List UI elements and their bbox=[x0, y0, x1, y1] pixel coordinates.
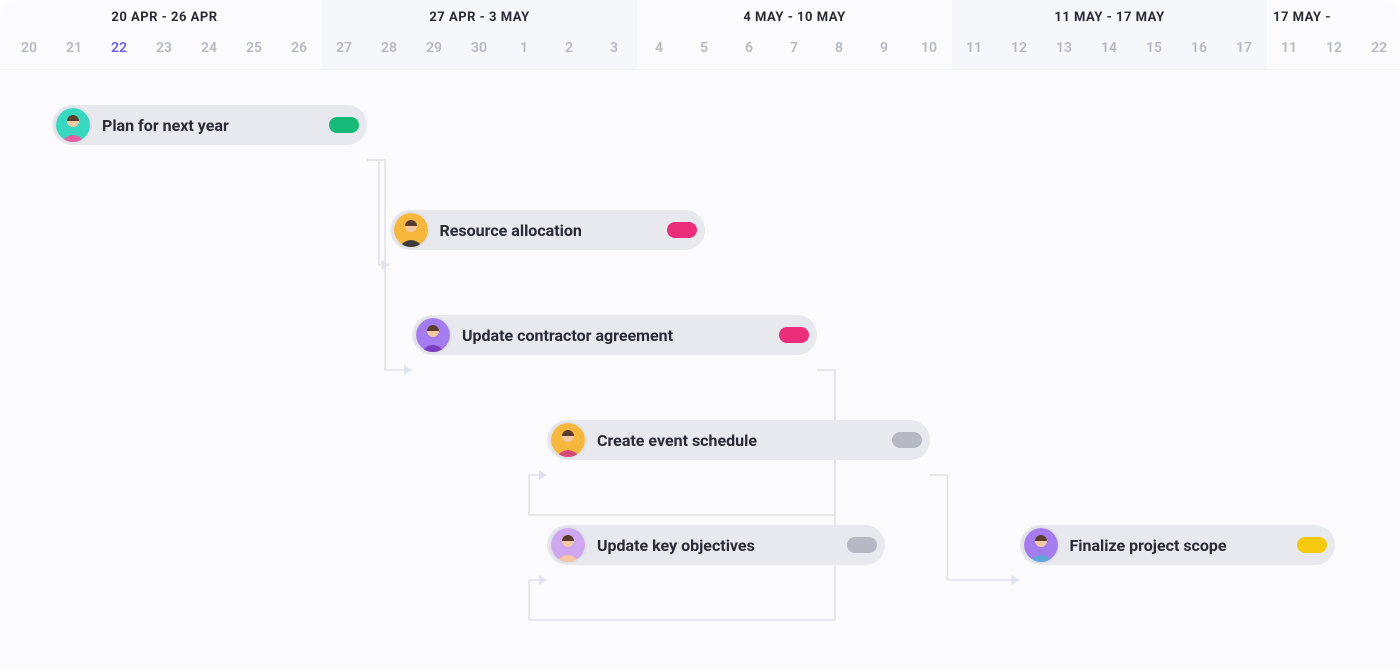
calendar-day[interactable]: 9 bbox=[862, 40, 906, 56]
calendar-day[interactable]: 11 bbox=[952, 40, 996, 56]
calendar-day[interactable]: 6 bbox=[727, 40, 771, 56]
gantt-body: Plan for next year Resource allocation U… bbox=[0, 70, 1400, 669]
status-pill bbox=[892, 432, 922, 448]
avatar bbox=[551, 528, 585, 562]
calendar-day[interactable]: 16 bbox=[1177, 40, 1221, 56]
week-range-label: 4 MAY - 10 MAY bbox=[637, 10, 952, 25]
task-label: Plan for next year bbox=[102, 116, 229, 135]
week-group: 4 MAY - 10 MAY 45678910 bbox=[637, 0, 952, 70]
week-range-label: 27 APR - 3 MAY bbox=[322, 10, 637, 25]
status-pill bbox=[1297, 537, 1327, 553]
week-group: 27 APR - 3 MAY 27282930123 bbox=[322, 0, 637, 70]
calendar-day[interactable]: 8 bbox=[817, 40, 861, 56]
avatar bbox=[394, 213, 428, 247]
days-row: 27282930123 bbox=[322, 40, 637, 64]
task-label: Resource allocation bbox=[440, 221, 582, 240]
calendar-day[interactable]: 24 bbox=[187, 40, 231, 56]
task-create-event-schedule[interactable]: Create event schedule bbox=[547, 420, 930, 460]
calendar-day[interactable]: 22 bbox=[97, 40, 141, 56]
calendar-day[interactable]: 1 bbox=[502, 40, 546, 56]
task-label: Create event schedule bbox=[597, 431, 757, 450]
avatar bbox=[416, 318, 450, 352]
avatar bbox=[56, 108, 90, 142]
calendar-day[interactable]: 12 bbox=[1312, 40, 1356, 56]
calendar-day[interactable]: 14 bbox=[1087, 40, 1131, 56]
task-plan-next-year[interactable]: Plan for next year bbox=[52, 105, 367, 145]
days-row: 45678910 bbox=[637, 40, 952, 64]
week-range-label: 17 MAY - bbox=[1267, 10, 1400, 25]
task-label: Finalize project scope bbox=[1070, 536, 1227, 555]
calendar-day[interactable]: 13 bbox=[1042, 40, 1086, 56]
calendar-day[interactable]: 12 bbox=[997, 40, 1041, 56]
task-resource-allocation[interactable]: Resource allocation bbox=[390, 210, 705, 250]
calendar-day[interactable]: 26 bbox=[277, 40, 321, 56]
status-pill bbox=[329, 117, 359, 133]
task-label: Update key objectives bbox=[597, 536, 755, 555]
calendar-day[interactable]: 30 bbox=[457, 40, 501, 56]
calendar-day[interactable]: 27 bbox=[322, 40, 366, 56]
calendar-day[interactable]: 22 bbox=[1357, 40, 1400, 56]
days-row: 11122223 bbox=[1267, 40, 1400, 64]
days-row: 20212223242526 bbox=[7, 40, 322, 64]
calendar-day[interactable]: 28 bbox=[367, 40, 411, 56]
calendar-day[interactable]: 2 bbox=[547, 40, 591, 56]
task-update-key-objectives[interactable]: Update key objectives bbox=[547, 525, 885, 565]
calendar-day[interactable]: 17 bbox=[1222, 40, 1266, 56]
status-pill bbox=[847, 537, 877, 553]
week-group: 20 APR - 26 APR 20212223242526 bbox=[7, 0, 322, 70]
calendar-day[interactable]: 5 bbox=[682, 40, 726, 56]
calendar-day[interactable]: 15 bbox=[1132, 40, 1176, 56]
avatar bbox=[551, 423, 585, 457]
timeline-header: 20 APR - 26 APR2021222324252627 APR - 3 … bbox=[0, 0, 1400, 70]
avatar bbox=[1024, 528, 1058, 562]
gantt-timeline: 20 APR - 26 APR2021222324252627 APR - 3 … bbox=[0, 0, 1400, 669]
task-finalize-project-scope[interactable]: Finalize project scope bbox=[1020, 525, 1335, 565]
task-label: Update contractor agreement bbox=[462, 326, 673, 345]
week-group: 17 MAY -11122223 bbox=[1267, 0, 1400, 70]
calendar-day[interactable]: 7 bbox=[772, 40, 816, 56]
calendar-day[interactable]: 29 bbox=[412, 40, 456, 56]
days-row: 11121314151617 bbox=[952, 40, 1267, 64]
status-pill bbox=[667, 222, 697, 238]
calendar-day[interactable]: 11 bbox=[1267, 40, 1311, 56]
dependency-lines bbox=[0, 70, 1400, 669]
week-range-label: 20 APR - 26 APR bbox=[7, 10, 322, 25]
week-group: 11 MAY - 17 MAY 11121314151617 bbox=[952, 0, 1267, 70]
calendar-day[interactable]: 4 bbox=[637, 40, 681, 56]
task-contractor-agreement[interactable]: Update contractor agreement bbox=[412, 315, 817, 355]
calendar-day[interactable]: 10 bbox=[907, 40, 951, 56]
calendar-day[interactable]: 25 bbox=[232, 40, 276, 56]
week-range-label: 11 MAY - 17 MAY bbox=[952, 10, 1267, 25]
status-pill bbox=[779, 327, 809, 343]
calendar-day[interactable]: 20 bbox=[7, 40, 51, 56]
calendar-day[interactable]: 3 bbox=[592, 40, 636, 56]
calendar-day[interactable]: 23 bbox=[142, 40, 186, 56]
calendar-day[interactable]: 21 bbox=[52, 40, 96, 56]
